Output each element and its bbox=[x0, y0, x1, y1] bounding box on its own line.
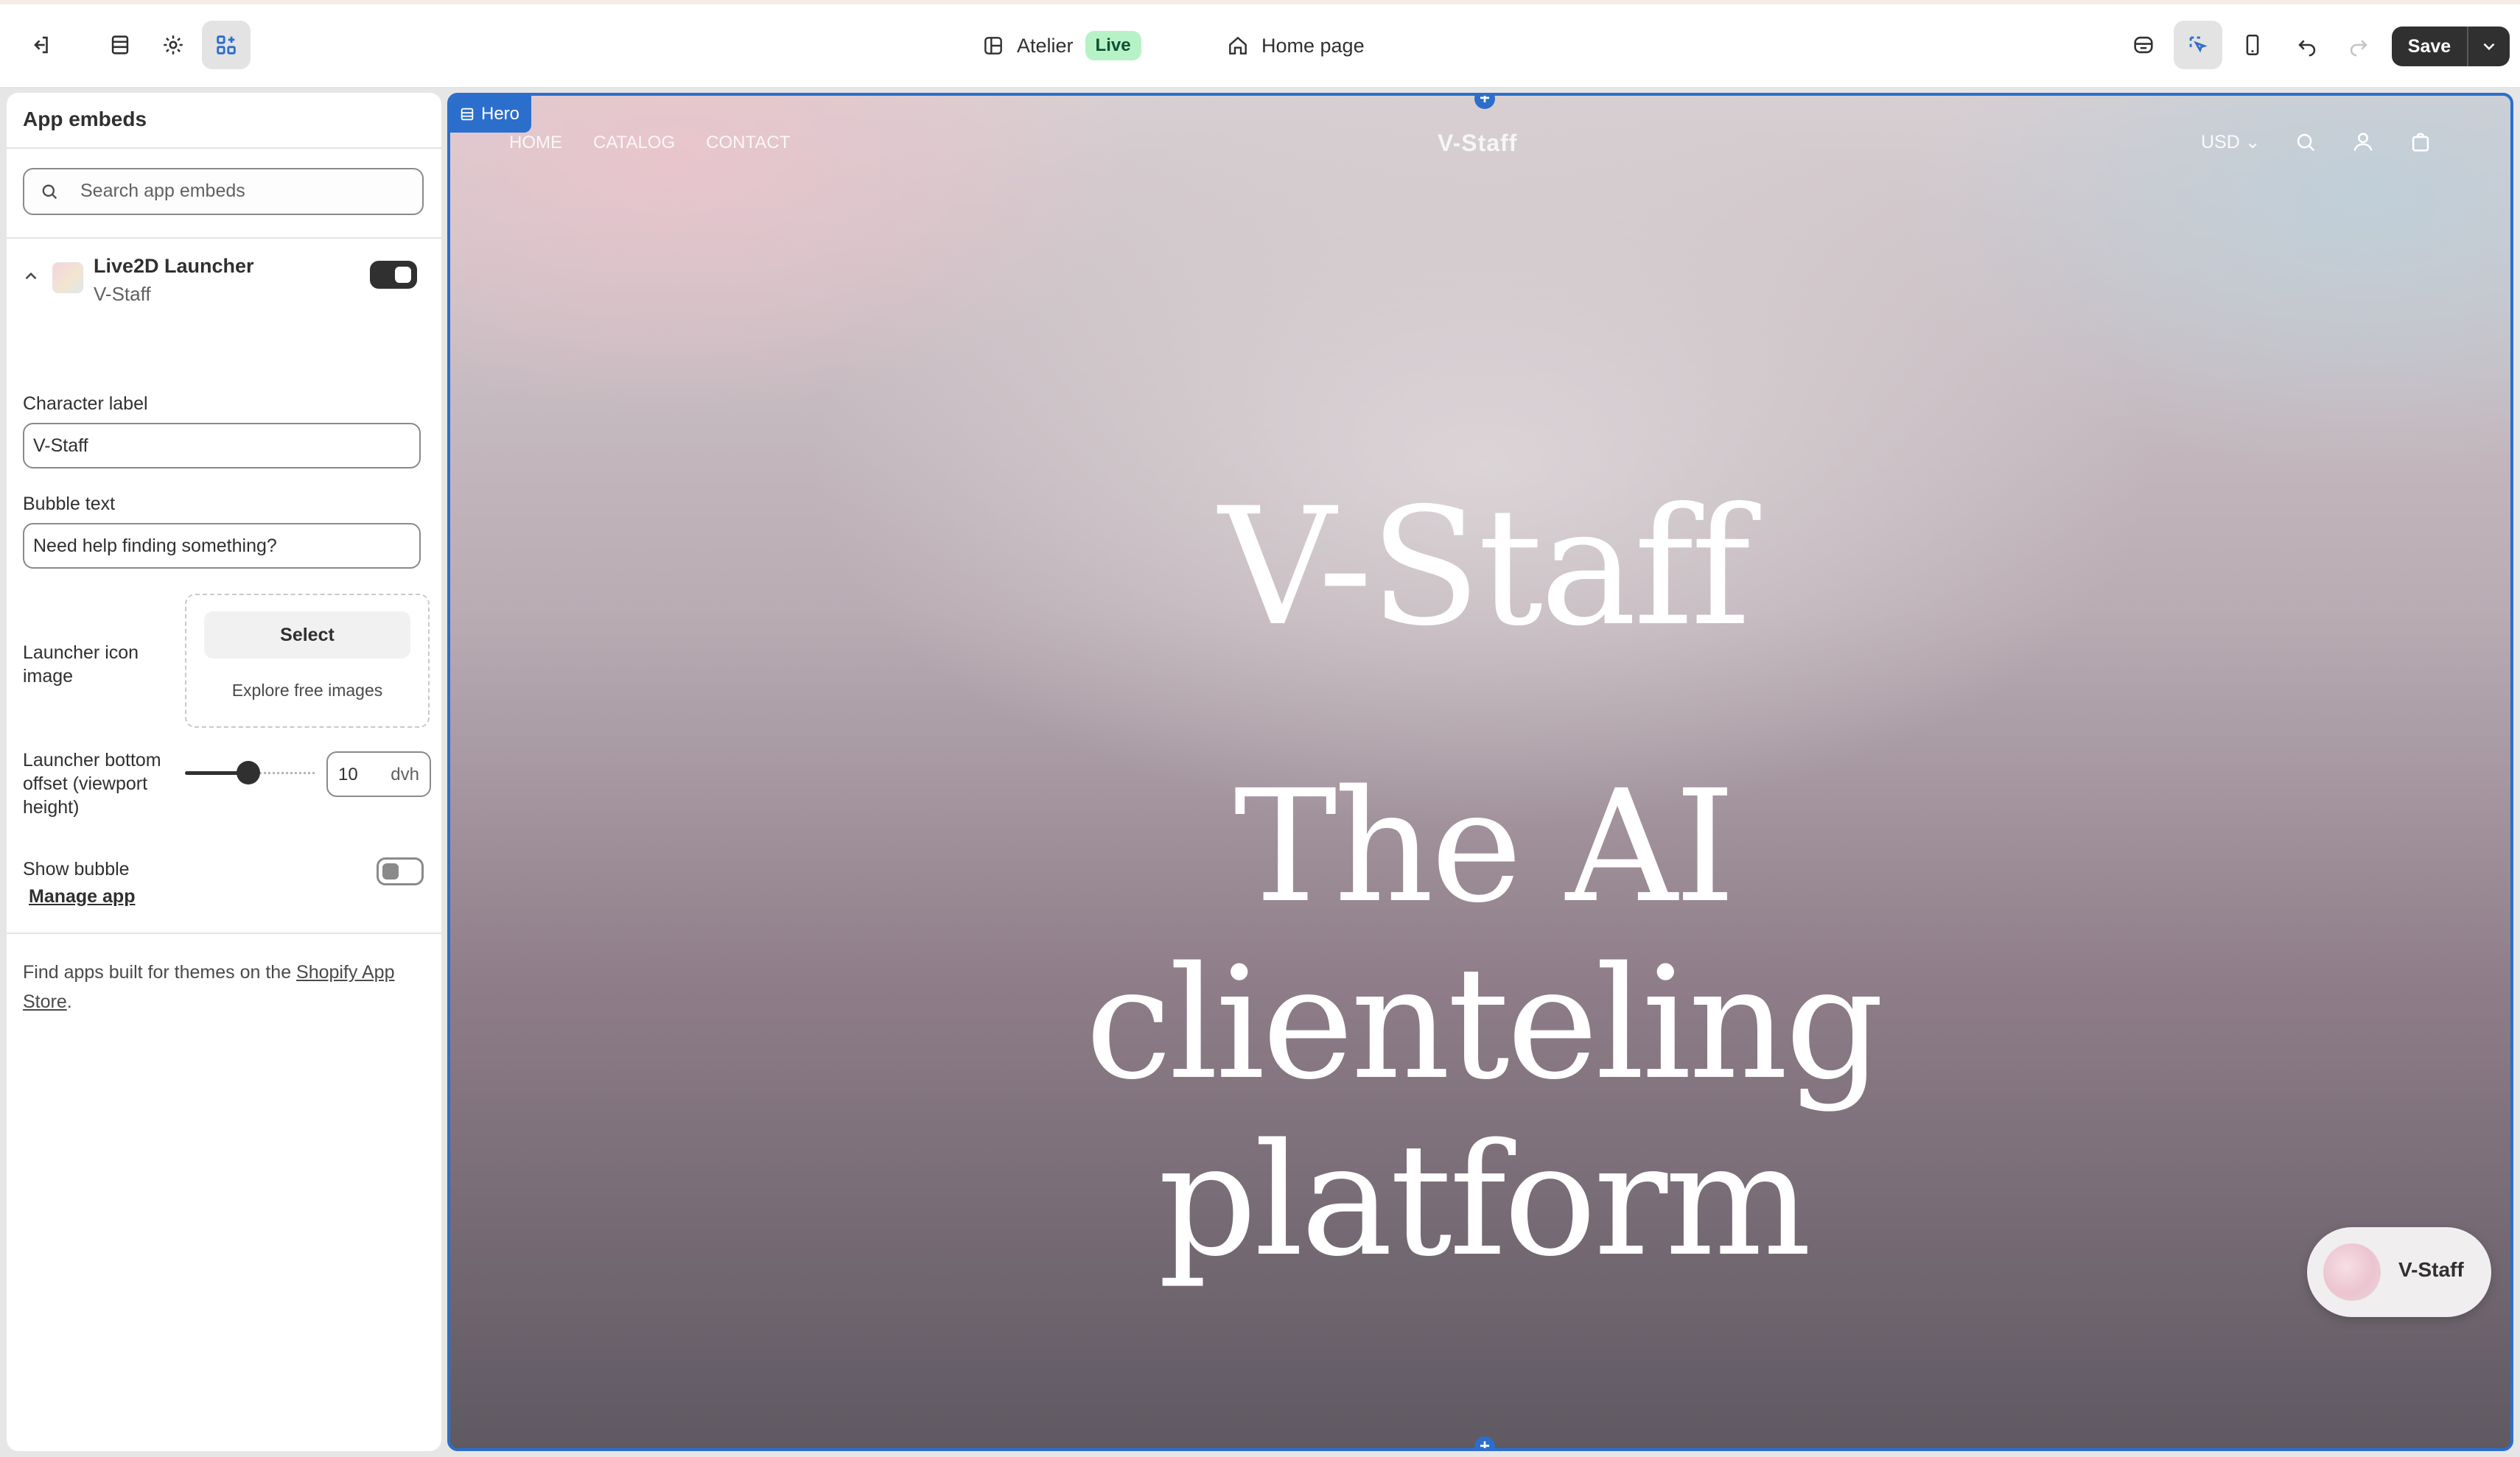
bottom-offset-slider[interactable] bbox=[185, 761, 315, 784]
live2d-launcher[interactable]: V-Staff bbox=[2307, 1227, 2491, 1317]
section-icon bbox=[461, 108, 474, 121]
gear-icon bbox=[164, 35, 183, 55]
mobile-view-button[interactable] bbox=[2228, 21, 2277, 69]
live-badge: Live bbox=[1085, 31, 1141, 60]
theme-settings-button[interactable] bbox=[149, 21, 197, 69]
nav-home[interactable]: HOME bbox=[509, 133, 562, 153]
sections-icon bbox=[111, 35, 129, 55]
add-section-above-button[interactable]: + bbox=[1474, 96, 1495, 109]
cart-icon[interactable] bbox=[2408, 130, 2433, 155]
search-field bbox=[23, 168, 424, 215]
undo-button[interactable] bbox=[2283, 21, 2331, 69]
chevron-down-icon bbox=[2483, 43, 2495, 51]
search-icon[interactable] bbox=[2293, 130, 2318, 155]
mobile-icon bbox=[2246, 34, 2259, 56]
nav-catalog[interactable]: CATALOG bbox=[593, 133, 675, 153]
section-tag-label: Hero bbox=[481, 104, 520, 124]
hero-title: V-Staff bbox=[1218, 473, 1751, 661]
app-embeds-panel: App embeds Live2D Launcher V-Staff Chara… bbox=[7, 93, 441, 1451]
redo-button[interactable] bbox=[2334, 21, 2383, 69]
hero-subtitle: The AI clienteling platform bbox=[1085, 756, 1884, 1291]
launcher-label: V-Staff bbox=[2398, 1258, 2464, 1281]
inspector-button[interactable] bbox=[2174, 21, 2222, 69]
bubble-text-input[interactable]: Need help finding something? bbox=[23, 523, 421, 569]
nav-contact[interactable]: CONTACT bbox=[706, 133, 790, 153]
store-utilities: USD ⌄ bbox=[2201, 130, 2433, 155]
show-bubble-label: Show bubble bbox=[23, 859, 130, 880]
select-cursor-icon bbox=[2189, 36, 2208, 53]
editor-topbar: Atelier Live Home page Save bbox=[0, 4, 2520, 88]
exit-icon bbox=[34, 36, 48, 54]
embed-header[interactable]: Live2D Launcher V-Staff bbox=[7, 255, 441, 321]
save-options-button[interactable] bbox=[2468, 27, 2510, 66]
embed-enabled-toggle[interactable] bbox=[370, 261, 417, 289]
explore-images-link[interactable]: Explore free images bbox=[186, 681, 428, 701]
preview-icon bbox=[2134, 36, 2153, 54]
layout-icon bbox=[984, 37, 1002, 55]
chevron-up-icon[interactable] bbox=[21, 267, 41, 286]
panel-title: App embeds bbox=[23, 108, 147, 130]
redo-icon bbox=[2350, 40, 2367, 57]
launcher-avatar bbox=[2323, 1243, 2381, 1301]
embed-name: Live2D Launcher bbox=[94, 255, 254, 277]
footer-text: Find apps built for themes on the bbox=[23, 962, 297, 983]
theme-name: Atelier bbox=[1017, 34, 1074, 57]
theme-selector[interactable]: Atelier Live bbox=[981, 25, 1141, 66]
slider-thumb[interactable] bbox=[237, 761, 260, 784]
storefront-preview[interactable]: Hero + + HOME CATALOG CONTACT V-Staff US… bbox=[447, 93, 2513, 1451]
save-button-group: Save bbox=[2392, 27, 2510, 66]
divider bbox=[7, 237, 441, 239]
exit-button[interactable] bbox=[16, 21, 65, 69]
undo-icon bbox=[2298, 40, 2316, 57]
search-icon bbox=[42, 184, 57, 200]
image-picker: Select Explore free images bbox=[185, 594, 430, 728]
bottom-offset-label: Launcher bottom offset (viewport height) bbox=[23, 750, 161, 818]
page-name: Home page bbox=[1261, 34, 1365, 57]
character-label-input[interactable]: V-Staff bbox=[23, 423, 421, 468]
sections-button[interactable] bbox=[96, 21, 144, 69]
search-input[interactable] bbox=[79, 169, 413, 212]
page-selector[interactable]: Home page bbox=[1226, 25, 1365, 66]
account-icon[interactable] bbox=[2351, 130, 2376, 155]
bubble-text-label: Bubble text bbox=[23, 494, 116, 514]
embed-vendor: V-Staff bbox=[94, 283, 151, 305]
bottom-offset-input[interactable]: 10 dvh bbox=[326, 751, 431, 797]
select-image-button[interactable]: Select bbox=[204, 611, 410, 659]
preview-view-button[interactable] bbox=[2119, 21, 2168, 69]
divider bbox=[7, 933, 441, 934]
home-icon bbox=[1229, 36, 1247, 55]
divider bbox=[7, 147, 441, 149]
bottom-offset-unit: dvh bbox=[391, 765, 419, 784]
app-logo bbox=[52, 262, 83, 293]
currency-label: USD bbox=[2201, 132, 2240, 152]
apps-icon bbox=[217, 35, 236, 55]
app-embeds-button[interactable] bbox=[202, 21, 251, 69]
footer-suffix: . bbox=[66, 991, 72, 1012]
launcher-icon-label: Launcher icon image bbox=[23, 642, 139, 687]
bottom-offset-value: 10 bbox=[338, 765, 358, 784]
add-section-below-button[interactable]: + bbox=[1474, 1436, 1495, 1448]
footer-note: Find apps built for themes on the Shopif… bbox=[23, 958, 427, 1017]
store-logo[interactable]: V-Staff bbox=[1438, 130, 1517, 157]
store-nav: HOME CATALOG CONTACT bbox=[509, 133, 790, 153]
save-button[interactable]: Save bbox=[2392, 27, 2468, 66]
section-tag[interactable]: Hero bbox=[450, 96, 532, 133]
currency-selector[interactable]: USD ⌄ bbox=[2201, 131, 2261, 153]
manage-app-link[interactable]: Manage app bbox=[29, 886, 135, 907]
show-bubble-toggle[interactable] bbox=[377, 857, 424, 885]
character-label-label: Character label bbox=[23, 393, 148, 414]
